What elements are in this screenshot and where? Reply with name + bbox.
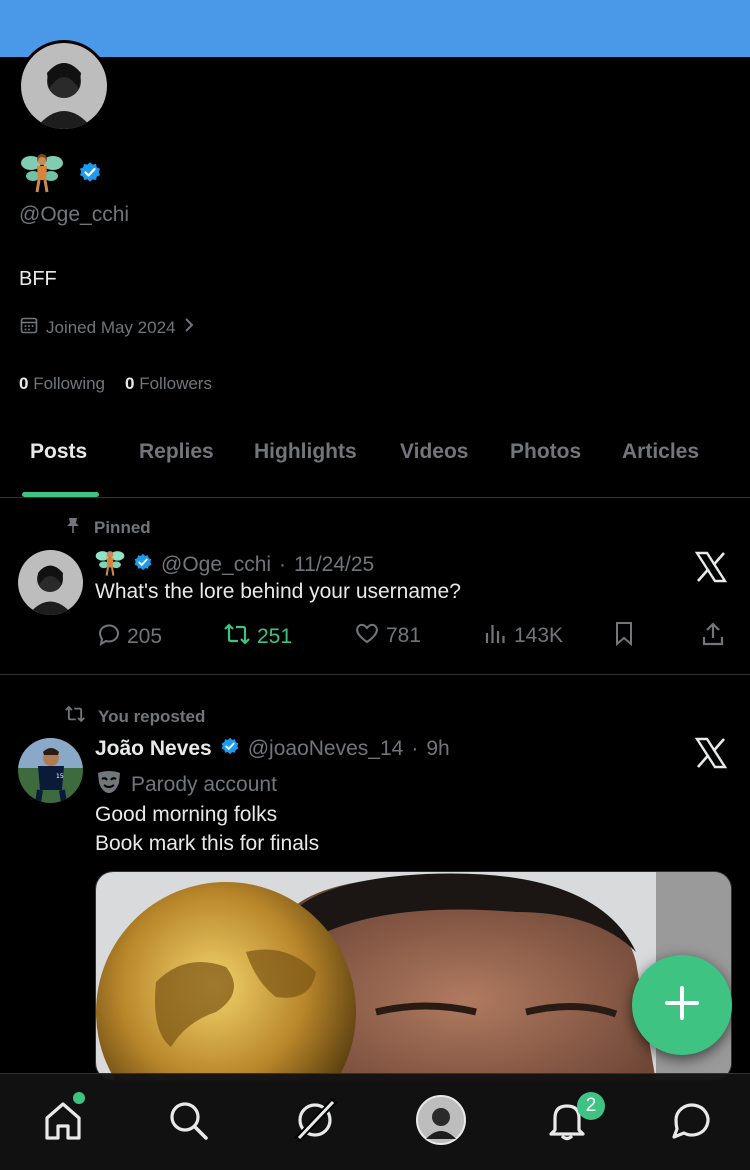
views-count: 143K — [514, 624, 564, 647]
nav-messages[interactable] — [664, 1096, 716, 1148]
bookmark-button[interactable] — [613, 621, 635, 653]
svg-text:15: 15 — [56, 773, 64, 780]
tab-photos[interactable]: Photos — [510, 440, 581, 464]
compose-post-button[interactable] — [632, 955, 732, 1055]
pinned-post[interactable]: Pinned @Oge_cchi · 11/24/25 What's the l… — [0, 499, 750, 675]
tab-posts[interactable]: Posts — [30, 440, 87, 464]
following-label: Following — [33, 374, 106, 393]
verified-badge-icon — [78, 160, 102, 189]
reply-count: 205 — [127, 625, 163, 648]
reply-button[interactable]: 205 — [95, 621, 162, 653]
post-image[interactable] — [95, 871, 732, 1081]
followers-count: 0 — [125, 374, 135, 393]
bookmark-icon — [613, 621, 635, 653]
avatar[interactable]: 15 — [18, 738, 83, 803]
repost-count: 251 — [257, 625, 293, 648]
message-icon — [668, 1098, 712, 1147]
post-text-line: Good morning folks — [95, 803, 278, 826]
repost-context-icon — [64, 704, 86, 729]
verified-badge-icon — [220, 736, 240, 762]
heart-icon — [354, 621, 380, 651]
home-icon — [41, 1098, 85, 1147]
grok-icon — [291, 1096, 339, 1149]
post-timestamp[interactable]: 9h — [426, 737, 449, 761]
joined-date[interactable]: Joined May 2024 — [20, 316, 195, 339]
nav-grok[interactable] — [289, 1096, 341, 1148]
nav-profile[interactable] — [415, 1094, 467, 1150]
repost-context-label: You reposted — [98, 706, 206, 726]
x-logo-icon[interactable] — [694, 550, 728, 584]
post-text-line: Book mark this for finals — [95, 832, 320, 855]
joined-label: Joined May 2024 — [46, 317, 176, 337]
tab-highlights[interactable]: Highlights — [254, 440, 357, 464]
profile-handle: @Oge_cchi — [19, 203, 130, 226]
parody-mask-icon — [95, 769, 123, 801]
separator-dot: · — [279, 553, 287, 576]
tab-videos[interactable]: Videos — [400, 440, 468, 464]
active-tab-indicator — [22, 492, 99, 497]
reply-icon — [95, 621, 121, 653]
nav-home[interactable] — [37, 1096, 89, 1148]
home-new-indicator — [73, 1092, 85, 1104]
followers-label: Followers — [139, 374, 212, 393]
tab-replies[interactable]: Replies — [139, 440, 214, 464]
share-icon — [701, 621, 725, 653]
post-text: Good morning folks Book mark this for fi… — [95, 800, 319, 858]
post-text: What's the lore behind your username? — [95, 580, 461, 603]
following-link[interactable]: 0 Following — [19, 374, 105, 394]
bottom-nav — [0, 1073, 750, 1170]
share-button[interactable] — [701, 621, 725, 653]
views-icon — [484, 621, 508, 651]
post-actions: 205 251 781 143K — [95, 621, 735, 655]
verified-badge-icon — [133, 552, 153, 578]
post-handle[interactable]: @Oge_cchi — [161, 553, 271, 577]
chevron-right-icon — [183, 316, 195, 339]
avatar — [416, 1094, 466, 1150]
calendar-icon — [20, 316, 38, 339]
nav-search[interactable] — [162, 1096, 214, 1148]
followers-link[interactable]: 0 Followers — [125, 374, 212, 394]
parody-label: Parody account — [131, 773, 277, 796]
x-logo-icon[interactable] — [694, 736, 728, 770]
repost-button[interactable]: 251 — [223, 621, 292, 653]
profile-avatar[interactable] — [18, 40, 110, 132]
tab-articles[interactable]: Articles — [622, 440, 699, 464]
profile-banner[interactable] — [0, 0, 750, 57]
avatar[interactable] — [18, 550, 83, 615]
separator-dot: · — [411, 737, 419, 760]
repost-icon — [223, 621, 251, 653]
plus-icon — [664, 985, 700, 1026]
views-button[interactable]: 143K — [484, 621, 563, 651]
profile-bio: BFF — [19, 268, 57, 290]
like-button[interactable]: 781 — [354, 621, 421, 651]
notification-badge: 2 — [577, 1092, 605, 1120]
profile-tabs: Posts Replies Highlights Videos Photos A… — [0, 426, 750, 498]
pinned-label: Pinned — [94, 517, 151, 537]
following-count: 0 — [19, 374, 29, 393]
search-icon — [166, 1098, 210, 1147]
like-count: 781 — [386, 624, 422, 647]
post-author-name[interactable]: João Neves — [95, 737, 212, 761]
post-timestamp[interactable]: 11/24/25 — [294, 553, 374, 577]
fairy-emoji-icon — [20, 150, 64, 199]
pin-icon — [64, 516, 82, 539]
post-handle[interactable]: @joaoNeves_14 — [248, 737, 404, 761]
